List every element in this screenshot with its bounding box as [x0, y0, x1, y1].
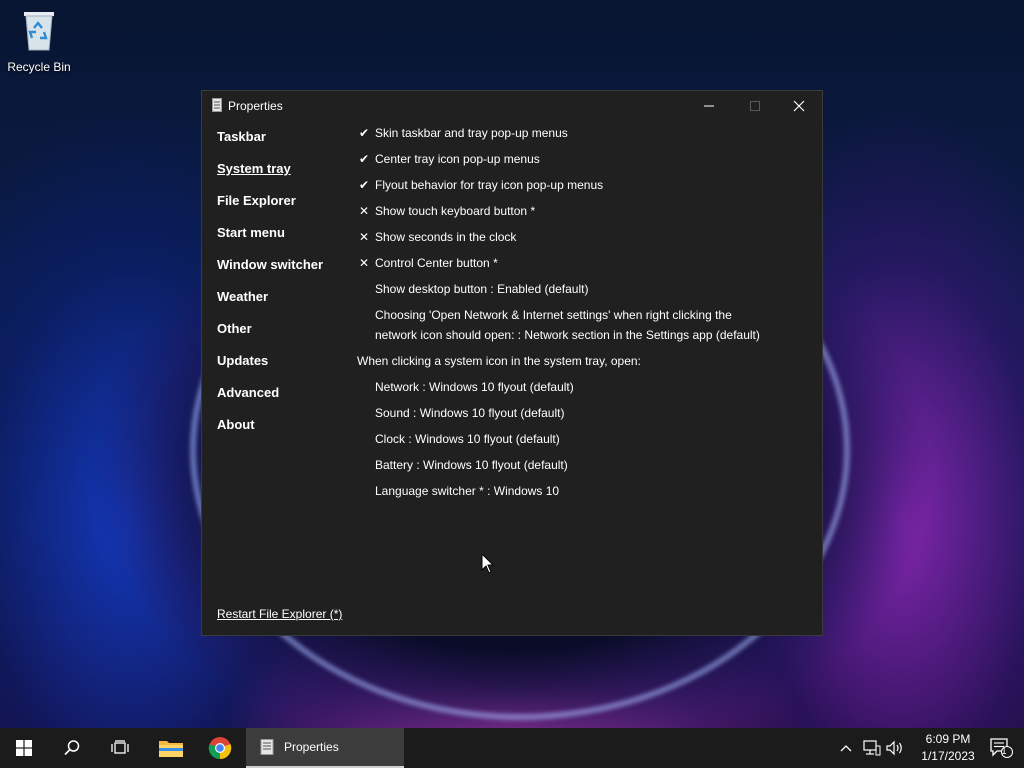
setting-label: Show touch keyboard button * — [375, 204, 536, 218]
task-view-icon — [111, 740, 129, 754]
sidebar-item-other[interactable]: Other — [217, 321, 252, 336]
recycle-bin-icon — [21, 8, 57, 52]
properties-window: Properties Taskbar System tray File Expl… — [201, 90, 823, 636]
check-icon: ✔ — [358, 178, 370, 192]
setting-label: Clock : Windows 10 flyout (default) — [375, 432, 560, 446]
network-icon — [863, 740, 881, 756]
close-icon — [793, 100, 805, 112]
sidebar-item-weather[interactable]: Weather — [217, 289, 268, 304]
task-view-button[interactable] — [96, 728, 144, 768]
maximize-button[interactable] — [732, 91, 778, 121]
chrome-taskbar-button[interactable] — [196, 728, 244, 768]
section-heading: When clicking a system icon in the syste… — [357, 354, 641, 368]
title-bar[interactable]: Properties — [202, 91, 822, 121]
file-explorer-taskbar-button[interactable] — [148, 728, 194, 768]
setting-label: Sound : Windows 10 flyout (default) — [375, 406, 565, 420]
setting-label: Network : Windows 10 flyout (default) — [375, 380, 574, 394]
taskbar: Properties 6:09 PM 1/17/2023 1 — [0, 728, 1024, 768]
mouse-cursor-icon — [481, 553, 495, 574]
check-icon: ✔ — [358, 152, 370, 166]
minimize-icon — [704, 105, 714, 107]
setting-label: Language switcher * : Windows 10 — [375, 484, 560, 498]
setting-label: Flyout behavior for tray icon pop-up men… — [375, 178, 604, 192]
network-tray-button[interactable] — [861, 728, 883, 768]
clock-date: 1/17/2023 — [921, 749, 975, 763]
setting-label: Center tray icon pop-up menus — [375, 152, 540, 166]
check-icon: ✔ — [358, 126, 370, 140]
action-center-button[interactable]: 1 — [984, 728, 1018, 768]
minimize-button[interactable] — [686, 91, 732, 121]
properties-taskbar-button[interactable]: Properties — [246, 728, 404, 768]
search-icon — [64, 740, 80, 756]
sidebar-item-taskbar[interactable]: Taskbar — [217, 129, 266, 144]
setting-label: Show seconds in the clock — [375, 230, 517, 244]
notification-count-badge: 1 — [1001, 746, 1007, 756]
folder-icon — [159, 741, 183, 757]
setting-label: Battery : Windows 10 flyout (default) — [375, 458, 568, 472]
setting-label: Control Center button * — [375, 256, 498, 270]
taskbar-app-label: Properties — [284, 740, 339, 754]
start-button[interactable] — [0, 728, 48, 768]
close-button[interactable] — [776, 91, 822, 121]
volume-tray-button[interactable] — [884, 728, 906, 768]
recycle-bin-shortcut[interactable]: Recycle Bin — [4, 6, 74, 76]
clock-time: 6:09 PM — [925, 732, 971, 746]
sidebar-item-window-switcher[interactable]: Window switcher — [217, 257, 323, 272]
cross-icon: ✕ — [358, 256, 370, 270]
taskbar-clock[interactable]: 6:09 PM 1/17/2023 — [910, 731, 986, 765]
properties-app-icon — [212, 98, 222, 112]
setting-label-line1: Choosing 'Open Network & Internet settin… — [375, 308, 732, 322]
sidebar-item-system-tray[interactable]: System tray — [217, 161, 291, 176]
restart-explorer-link[interactable]: Restart File Explorer (*) — [217, 607, 342, 621]
cross-icon: ✕ — [358, 204, 370, 218]
setting-label: Show desktop button : Enabled (default) — [375, 282, 589, 296]
setting-label-line2: network icon should open: : Network sect… — [375, 328, 760, 342]
properties-app-icon — [260, 739, 274, 755]
speaker-icon — [886, 740, 902, 756]
sidebar-item-start-menu[interactable]: Start menu — [217, 225, 285, 240]
setting-label: Skin taskbar and tray pop-up menus — [375, 126, 568, 140]
maximize-icon — [750, 101, 760, 111]
chevron-up-icon — [840, 745, 852, 752]
sidebar-item-advanced[interactable]: Advanced — [217, 385, 279, 400]
sidebar-item-updates[interactable]: Updates — [217, 353, 268, 368]
chrome-icon — [208, 737, 232, 760]
sidebar-item-about[interactable]: About — [217, 417, 255, 432]
search-button[interactable] — [48, 728, 96, 768]
window-title: Properties — [228, 99, 283, 113]
sidebar-item-file-explorer[interactable]: File Explorer — [217, 193, 296, 208]
cross-icon: ✕ — [358, 230, 370, 244]
recycle-bin-label: Recycle Bin — [7, 60, 71, 74]
show-hidden-icons-button[interactable] — [836, 728, 856, 768]
windows-logo-icon — [16, 740, 32, 756]
